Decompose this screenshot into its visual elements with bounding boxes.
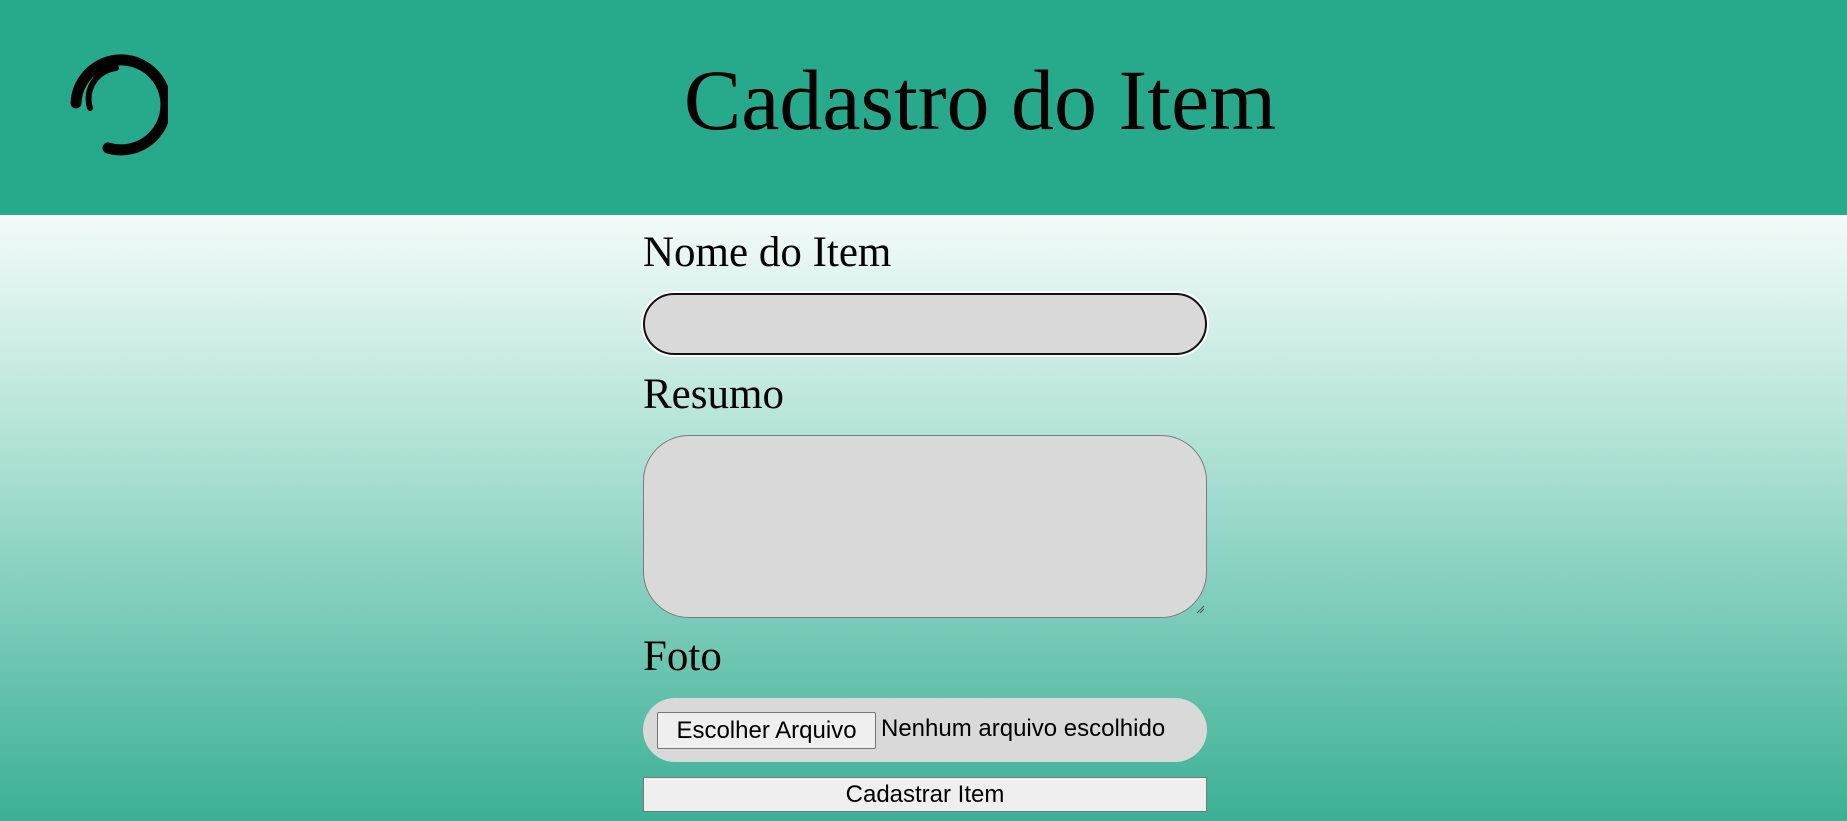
page-header: Cadastro do Item — [0, 0, 1847, 215]
item-name-input[interactable] — [643, 293, 1207, 355]
summary-label: Resumo — [643, 371, 784, 418]
resize-grip-icon[interactable] — [1195, 604, 1205, 614]
file-status-text: Nenhum arquivo escolhido — [881, 715, 1166, 742]
summary-textarea[interactable] — [643, 435, 1207, 618]
photo-file-input[interactable]: Escolher Arquivo Nenhum arquivo escolhid… — [643, 698, 1207, 762]
choose-file-button[interactable]: Escolher Arquivo — [657, 712, 876, 749]
item-name-label: Nome do Item — [643, 229, 892, 276]
page-title: Cadastro do Item — [683, 52, 1277, 148]
submit-item-button[interactable]: Cadastrar Item — [643, 777, 1207, 812]
photo-label: Foto — [643, 633, 722, 680]
